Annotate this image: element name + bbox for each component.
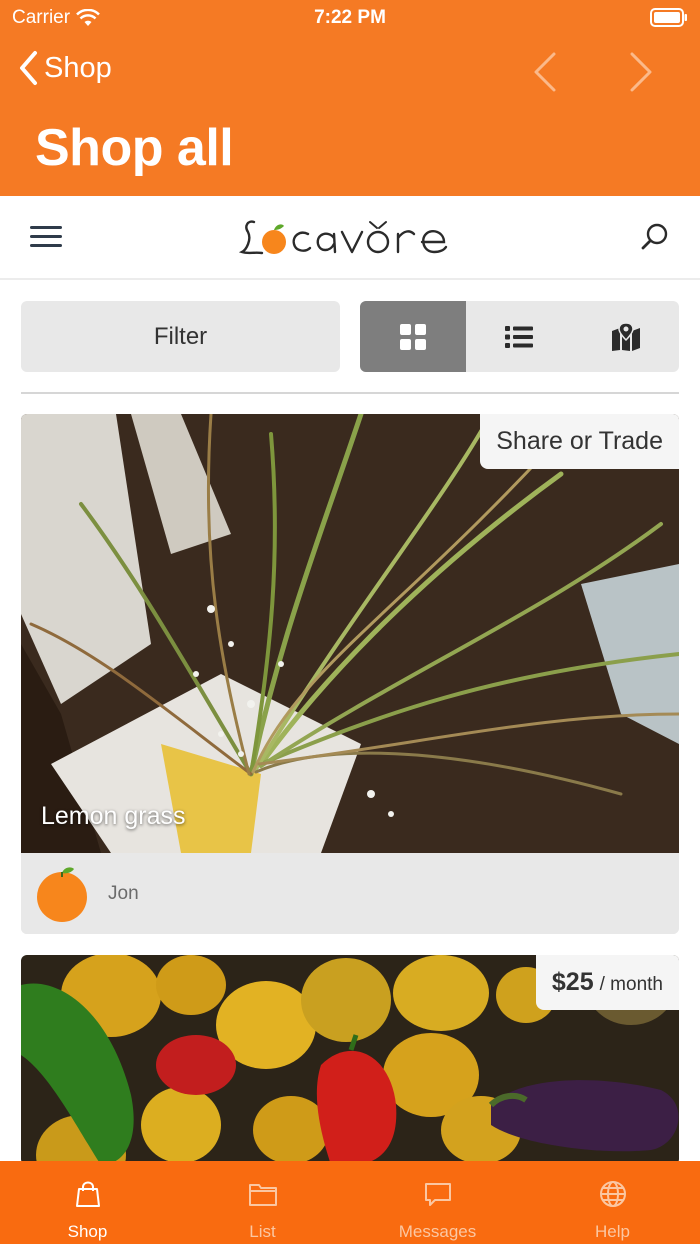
menu-icon[interactable] <box>30 226 62 250</box>
tab-label: List <box>249 1222 276 1241</box>
listing-card[interactable]: $25 / month <box>21 955 679 1165</box>
previous-arrow-icon[interactable] <box>526 50 566 94</box>
tab-label: Messages <box>398 1222 477 1241</box>
back-label: Shop <box>44 51 112 84</box>
list-view-button[interactable] <box>466 301 572 372</box>
battery-icon <box>650 8 687 27</box>
map-view-button[interactable] <box>573 301 679 372</box>
list-icon <box>505 325 534 348</box>
tab-list[interactable]: List <box>175 1161 350 1244</box>
bag-icon <box>75 1181 100 1207</box>
filter-label: Filter <box>153 322 208 350</box>
price-amount: $25 <box>551 968 594 996</box>
divider <box>21 392 679 394</box>
tab-bar: Shop List Messages Help <box>0 1161 700 1244</box>
listing-photo <box>21 414 679 853</box>
back-button[interactable]: Shop <box>18 50 112 86</box>
tab-messages[interactable]: Messages <box>350 1161 525 1244</box>
search-icon[interactable] <box>640 222 670 252</box>
next-arrow-icon[interactable] <box>620 50 660 94</box>
grid-icon <box>400 323 427 350</box>
clock: 7:22 PM <box>314 7 386 28</box>
locavore-logo[interactable] <box>238 210 470 266</box>
price-badge: $25 / month <box>535 955 679 1010</box>
tab-label: Help <box>595 1222 630 1241</box>
folder-icon <box>248 1184 277 1206</box>
map-icon <box>611 321 640 351</box>
view-mode-switcher <box>360 301 679 372</box>
listing-card[interactable]: Share or Trade Lemon grass Jon <box>21 414 679 934</box>
globe-icon <box>599 1181 626 1207</box>
app-header: Carrier 7:22 PM Shop Shop all <box>0 0 700 196</box>
listing-title: Lemon grass <box>41 802 186 830</box>
tab-shop[interactable]: Shop <box>0 1161 175 1244</box>
avatar <box>37 867 87 922</box>
tab-label: Shop <box>67 1222 108 1241</box>
price-badge: Share or Trade <box>480 414 679 469</box>
site-header <box>0 196 700 280</box>
chevron-left-icon <box>20 51 37 85</box>
seller-row[interactable]: Jon <box>21 853 679 934</box>
navigation-bar: Shop <box>0 44 700 100</box>
grid-view-button[interactable] <box>360 301 467 372</box>
price-label: Share or Trade <box>496 427 663 455</box>
filter-button[interactable]: Filter <box>21 301 340 372</box>
price-unit: / month <box>599 973 663 995</box>
seller-name: Jon <box>108 883 139 904</box>
chat-icon <box>424 1183 451 1206</box>
status-bar: Carrier 7:22 PM <box>0 0 700 36</box>
tab-help[interactable]: Help <box>525 1161 700 1244</box>
page-title: Shop all <box>35 119 234 177</box>
